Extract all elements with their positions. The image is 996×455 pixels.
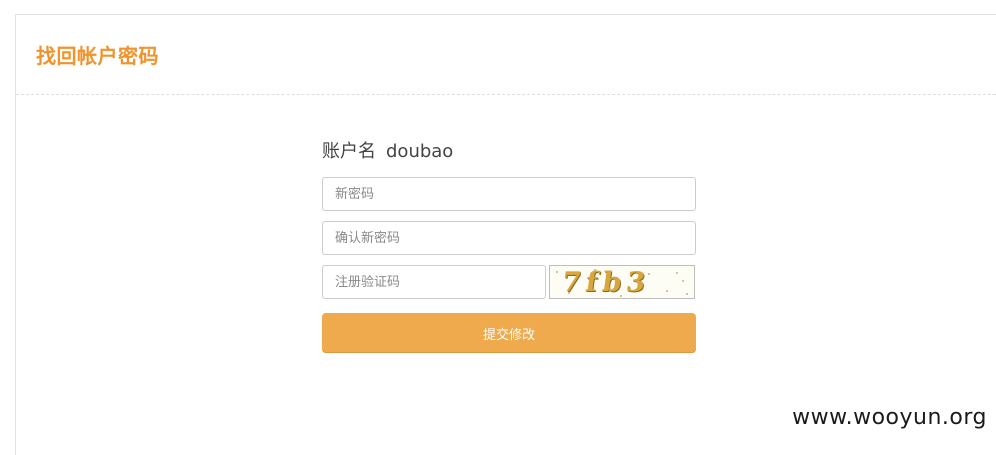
account-name-row: 账户名 doubao bbox=[322, 137, 453, 163]
reset-password-panel: 找回帐户密码 账户名 doubao 7fb3 提交修改 bbox=[15, 14, 996, 455]
submit-button[interactable]: 提交修改 bbox=[322, 313, 696, 353]
account-name-value: doubao bbox=[386, 141, 453, 162]
captcha-noise-dot bbox=[686, 293, 688, 295]
captcha-text: 7fb3 bbox=[560, 266, 653, 299]
new-password-input[interactable] bbox=[322, 177, 696, 211]
captcha-noise-dot bbox=[676, 272, 678, 274]
captcha-input[interactable] bbox=[322, 265, 546, 299]
panel-header: 找回帐户密码 bbox=[16, 15, 996, 95]
page-title: 找回帐户密码 bbox=[36, 40, 159, 69]
account-name-label: 账户名 bbox=[322, 141, 376, 162]
watermark: www.wooyun.org bbox=[792, 405, 987, 430]
captcha-noise-dot bbox=[666, 290, 668, 292]
captcha-noise-dot bbox=[682, 280, 684, 282]
captcha-image[interactable]: 7fb3 bbox=[549, 265, 695, 299]
confirm-password-input[interactable] bbox=[322, 221, 696, 255]
captcha-noise-dot bbox=[556, 271, 558, 273]
